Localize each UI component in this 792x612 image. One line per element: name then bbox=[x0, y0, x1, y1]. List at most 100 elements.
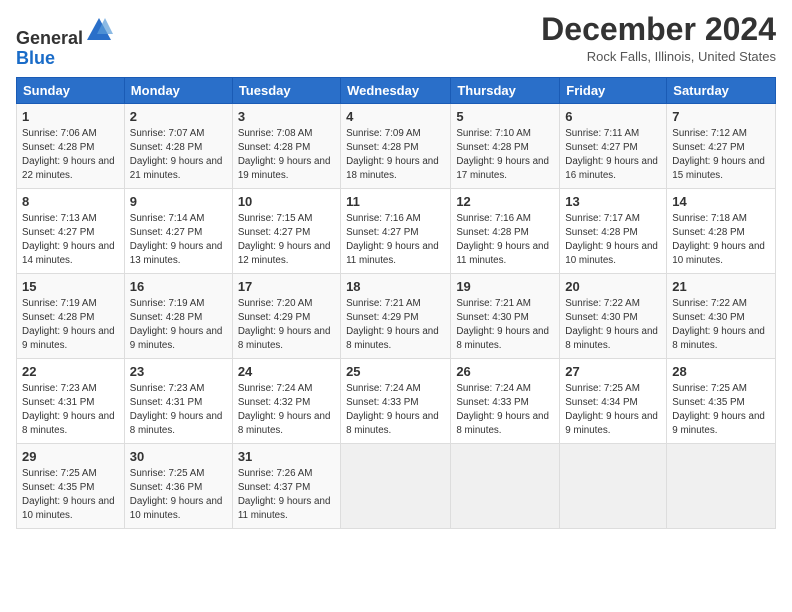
logo-blue: Blue bbox=[16, 48, 55, 68]
day-number: 15 bbox=[22, 278, 119, 296]
logo-icon bbox=[85, 16, 113, 44]
col-saturday: Saturday bbox=[667, 77, 776, 103]
day-number: 31 bbox=[238, 448, 335, 466]
day-info: Sunrise: 7:21 AMSunset: 4:30 PMDaylight:… bbox=[456, 297, 554, 354]
calendar-day-cell: 14Sunrise: 7:18 AMSunset: 4:28 PMDayligh… bbox=[667, 188, 776, 273]
calendar-day-cell: 1Sunrise: 7:06 AMSunset: 4:28 PMDaylight… bbox=[17, 103, 125, 188]
day-info: Sunrise: 7:23 AMSunset: 4:31 PMDaylight:… bbox=[130, 382, 227, 439]
day-info: Sunrise: 7:12 AMSunset: 4:27 PMDaylight:… bbox=[672, 127, 770, 184]
day-info: Sunrise: 7:19 AMSunset: 4:28 PMDaylight:… bbox=[130, 297, 227, 354]
day-number: 4 bbox=[346, 108, 445, 126]
day-number: 11 bbox=[346, 193, 445, 211]
logo: General Blue bbox=[16, 16, 113, 69]
day-number: 30 bbox=[130, 448, 227, 466]
calendar-day-cell: 30Sunrise: 7:25 AMSunset: 4:36 PMDayligh… bbox=[124, 443, 232, 528]
day-info: Sunrise: 7:09 AMSunset: 4:28 PMDaylight:… bbox=[346, 127, 445, 184]
day-number: 12 bbox=[456, 193, 554, 211]
day-number: 22 bbox=[22, 363, 119, 381]
calendar-day-cell: 7Sunrise: 7:12 AMSunset: 4:27 PMDaylight… bbox=[667, 103, 776, 188]
calendar-day-cell: 21Sunrise: 7:22 AMSunset: 4:30 PMDayligh… bbox=[667, 273, 776, 358]
title-section: December 2024 Rock Falls, Illinois, Unit… bbox=[541, 12, 776, 64]
col-friday: Friday bbox=[560, 77, 667, 103]
day-number: 18 bbox=[346, 278, 445, 296]
day-number: 14 bbox=[672, 193, 770, 211]
calendar-day-cell: 31Sunrise: 7:26 AMSunset: 4:37 PMDayligh… bbox=[232, 443, 340, 528]
calendar-table: Sunday Monday Tuesday Wednesday Thursday… bbox=[16, 77, 776, 529]
day-info: Sunrise: 7:07 AMSunset: 4:28 PMDaylight:… bbox=[130, 127, 227, 184]
calendar-day-cell: 23Sunrise: 7:23 AMSunset: 4:31 PMDayligh… bbox=[124, 358, 232, 443]
calendar-day-cell: 18Sunrise: 7:21 AMSunset: 4:29 PMDayligh… bbox=[341, 273, 451, 358]
day-info: Sunrise: 7:15 AMSunset: 4:27 PMDaylight:… bbox=[238, 212, 335, 269]
calendar-day-cell: 3Sunrise: 7:08 AMSunset: 4:28 PMDaylight… bbox=[232, 103, 340, 188]
calendar-week-row: 1Sunrise: 7:06 AMSunset: 4:28 PMDaylight… bbox=[17, 103, 776, 188]
day-info: Sunrise: 7:25 AMSunset: 4:35 PMDaylight:… bbox=[672, 382, 770, 439]
calendar-day-cell bbox=[667, 443, 776, 528]
calendar-day-cell: 17Sunrise: 7:20 AMSunset: 4:29 PMDayligh… bbox=[232, 273, 340, 358]
calendar-day-cell bbox=[560, 443, 667, 528]
day-number: 6 bbox=[565, 108, 661, 126]
day-info: Sunrise: 7:18 AMSunset: 4:28 PMDaylight:… bbox=[672, 212, 770, 269]
day-info: Sunrise: 7:06 AMSunset: 4:28 PMDaylight:… bbox=[22, 127, 119, 184]
day-info: Sunrise: 7:25 AMSunset: 4:36 PMDaylight:… bbox=[130, 467, 227, 524]
day-number: 7 bbox=[672, 108, 770, 126]
calendar-day-cell: 25Sunrise: 7:24 AMSunset: 4:33 PMDayligh… bbox=[341, 358, 451, 443]
calendar-day-cell: 16Sunrise: 7:19 AMSunset: 4:28 PMDayligh… bbox=[124, 273, 232, 358]
calendar-week-row: 29Sunrise: 7:25 AMSunset: 4:35 PMDayligh… bbox=[17, 443, 776, 528]
day-info: Sunrise: 7:26 AMSunset: 4:37 PMDaylight:… bbox=[238, 467, 335, 524]
calendar-day-cell: 27Sunrise: 7:25 AMSunset: 4:34 PMDayligh… bbox=[560, 358, 667, 443]
day-info: Sunrise: 7:24 AMSunset: 4:32 PMDaylight:… bbox=[238, 382, 335, 439]
day-info: Sunrise: 7:25 AMSunset: 4:35 PMDaylight:… bbox=[22, 467, 119, 524]
day-info: Sunrise: 7:24 AMSunset: 4:33 PMDaylight:… bbox=[346, 382, 445, 439]
calendar-day-cell: 2Sunrise: 7:07 AMSunset: 4:28 PMDaylight… bbox=[124, 103, 232, 188]
calendar-day-cell: 24Sunrise: 7:24 AMSunset: 4:32 PMDayligh… bbox=[232, 358, 340, 443]
calendar-day-cell: 4Sunrise: 7:09 AMSunset: 4:28 PMDaylight… bbox=[341, 103, 451, 188]
calendar-day-cell: 26Sunrise: 7:24 AMSunset: 4:33 PMDayligh… bbox=[451, 358, 560, 443]
day-number: 25 bbox=[346, 363, 445, 381]
day-number: 8 bbox=[22, 193, 119, 211]
calendar-day-cell: 10Sunrise: 7:15 AMSunset: 4:27 PMDayligh… bbox=[232, 188, 340, 273]
calendar-day-cell: 8Sunrise: 7:13 AMSunset: 4:27 PMDaylight… bbox=[17, 188, 125, 273]
day-info: Sunrise: 7:16 AMSunset: 4:28 PMDaylight:… bbox=[456, 212, 554, 269]
day-number: 10 bbox=[238, 193, 335, 211]
day-info: Sunrise: 7:22 AMSunset: 4:30 PMDaylight:… bbox=[672, 297, 770, 354]
day-info: Sunrise: 7:19 AMSunset: 4:28 PMDaylight:… bbox=[22, 297, 119, 354]
calendar-day-cell: 29Sunrise: 7:25 AMSunset: 4:35 PMDayligh… bbox=[17, 443, 125, 528]
calendar-day-cell bbox=[451, 443, 560, 528]
day-number: 2 bbox=[130, 108, 227, 126]
calendar-day-cell: 19Sunrise: 7:21 AMSunset: 4:30 PMDayligh… bbox=[451, 273, 560, 358]
day-number: 13 bbox=[565, 193, 661, 211]
day-number: 27 bbox=[565, 363, 661, 381]
calendar-day-cell: 22Sunrise: 7:23 AMSunset: 4:31 PMDayligh… bbox=[17, 358, 125, 443]
col-monday: Monday bbox=[124, 77, 232, 103]
page-header: General Blue December 2024 Rock Falls, I… bbox=[16, 12, 776, 69]
col-wednesday: Wednesday bbox=[341, 77, 451, 103]
month-title: December 2024 bbox=[541, 12, 776, 47]
calendar-day-cell bbox=[341, 443, 451, 528]
page-container: General Blue December 2024 Rock Falls, I… bbox=[0, 0, 792, 537]
calendar-day-cell: 9Sunrise: 7:14 AMSunset: 4:27 PMDaylight… bbox=[124, 188, 232, 273]
calendar-day-cell: 20Sunrise: 7:22 AMSunset: 4:30 PMDayligh… bbox=[560, 273, 667, 358]
day-number: 20 bbox=[565, 278, 661, 296]
day-info: Sunrise: 7:08 AMSunset: 4:28 PMDaylight:… bbox=[238, 127, 335, 184]
day-info: Sunrise: 7:16 AMSunset: 4:27 PMDaylight:… bbox=[346, 212, 445, 269]
day-info: Sunrise: 7:20 AMSunset: 4:29 PMDaylight:… bbox=[238, 297, 335, 354]
calendar-day-cell: 6Sunrise: 7:11 AMSunset: 4:27 PMDaylight… bbox=[560, 103, 667, 188]
day-number: 26 bbox=[456, 363, 554, 381]
day-info: Sunrise: 7:10 AMSunset: 4:28 PMDaylight:… bbox=[456, 127, 554, 184]
day-number: 16 bbox=[130, 278, 227, 296]
day-number: 23 bbox=[130, 363, 227, 381]
logo-text: General Blue bbox=[16, 16, 113, 69]
day-number: 21 bbox=[672, 278, 770, 296]
calendar-day-cell: 28Sunrise: 7:25 AMSunset: 4:35 PMDayligh… bbox=[667, 358, 776, 443]
day-info: Sunrise: 7:24 AMSunset: 4:33 PMDaylight:… bbox=[456, 382, 554, 439]
day-number: 28 bbox=[672, 363, 770, 381]
calendar-week-row: 22 Sunrise: 7:23 AMSunset: 4:31 PMDayligh… bbox=[17, 358, 776, 443]
col-sunday: Sunday bbox=[17, 77, 125, 103]
day-info: Sunrise: 7:11 AMSunset: 4:27 PMDaylight:… bbox=[565, 127, 661, 184]
day-number: 9 bbox=[130, 193, 227, 211]
col-tuesday: Tuesday bbox=[232, 77, 340, 103]
day-info: Sunrise: 7:25 AMSunset: 4:34 PMDaylight:… bbox=[565, 382, 661, 439]
day-number: 29 bbox=[22, 448, 119, 466]
day-info: Sunrise: 7:21 AMSunset: 4:29 PMDaylight:… bbox=[346, 297, 445, 354]
col-thursday: Thursday bbox=[451, 77, 560, 103]
